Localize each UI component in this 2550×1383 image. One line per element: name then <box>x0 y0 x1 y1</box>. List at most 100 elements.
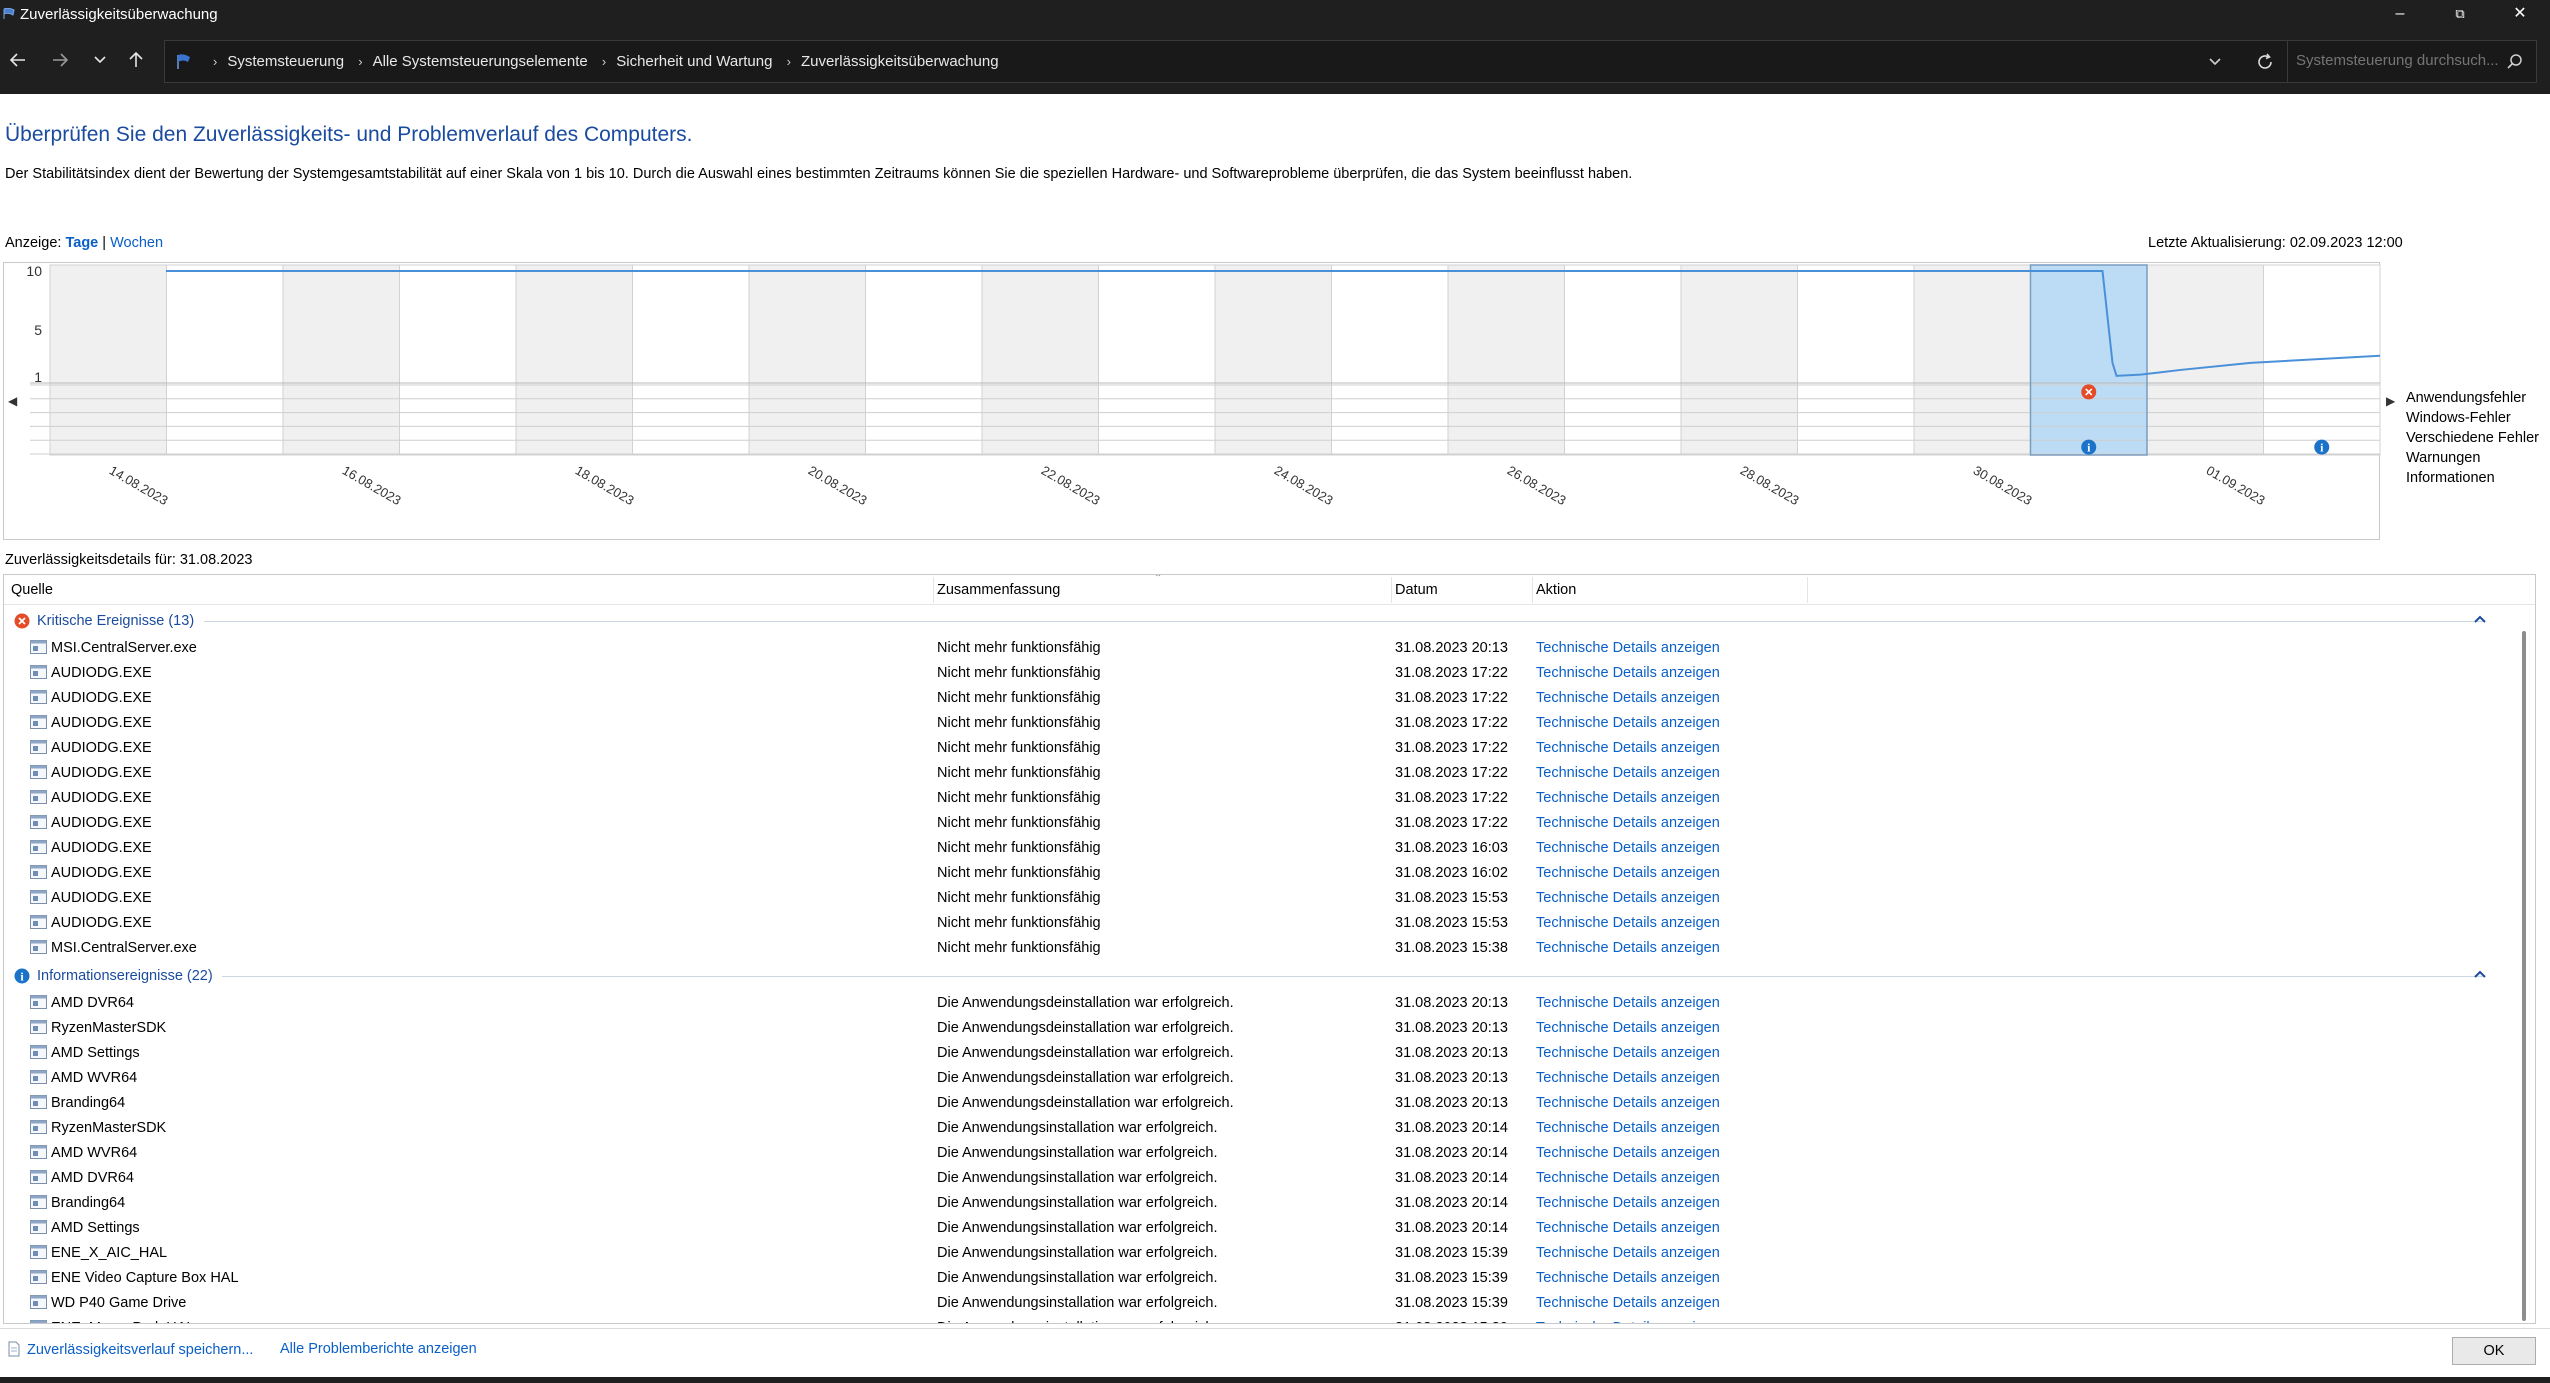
row-action-link[interactable]: Technische Details anzeigen <box>1536 765 1720 781</box>
table-row[interactable]: AMD DVR64 Die Anwendungsdeinstallation wa… <box>4 990 2514 1015</box>
table-row[interactable]: AMD Settings Die Anwendungsinstallation w… <box>4 1215 2514 1240</box>
collapse-chevron-icon[interactable] <box>2473 611 2487 627</box>
row-action-link[interactable]: Technische Details anzeigen <box>1536 1020 1720 1036</box>
table-row[interactable]: Branding64 Die Anwendungsinstallation war… <box>4 1190 2514 1215</box>
row-action-link[interactable]: Technische Details anzeigen <box>1536 1195 1720 1211</box>
table-row[interactable]: AMD Settings Die Anwendungsdeinstallation… <box>4 1040 2514 1065</box>
table-row[interactable]: RyzenMasterSDK Die Anwendungsinstallation… <box>4 1115 2514 1140</box>
table-row[interactable]: AUDIODG.EXE Nicht mehr funktionsfähig 31.0… <box>4 835 2514 860</box>
row-action-link[interactable]: Technische Details anzeigen <box>1536 740 1720 756</box>
row-action-link[interactable]: Technische Details anzeigen <box>1536 690 1720 706</box>
table-row[interactable]: AUDIODG.EXE Nicht mehr funktionsfähig 31.0… <box>4 685 2514 710</box>
table-row[interactable]: AUDIODG.EXE Nicht mehr funktionsfähig 31.0… <box>4 810 2514 835</box>
table-row[interactable]: AMD WVR64 Die Anwendungsinstallation war … <box>4 1140 2514 1165</box>
column-date[interactable]: Datum <box>1395 582 1438 605</box>
vertical-scrollbar[interactable] <box>2514 606 2535 1323</box>
table-row[interactable]: MSI.CentralServer.exe Nicht mehr funktion… <box>4 635 2514 660</box>
row-action-link[interactable]: Technische Details anzeigen <box>1536 815 1720 831</box>
table-row[interactable]: AUDIODG.EXE Nicht mehr funktionsfähig 31.0… <box>4 760 2514 785</box>
application-icon <box>30 1245 47 1259</box>
forward-button[interactable] <box>44 44 76 76</box>
row-action-link[interactable]: Technische Details anzeigen <box>1536 1120 1720 1136</box>
table-row[interactable]: ENE Video Capture Box HAL Die Anwendungsi… <box>4 1265 2514 1290</box>
row-action-link[interactable]: Technische Details anzeigen <box>1536 640 1720 656</box>
row-action-link[interactable]: Technische Details anzeigen <box>1536 1095 1720 1111</box>
all-problem-reports-link[interactable]: Alle Problemberichte anzeigen <box>280 1341 477 1357</box>
row-action-link[interactable]: Technische Details anzeigen <box>1536 1145 1720 1161</box>
footer-divider <box>0 1328 2550 1329</box>
breadcrumb-alle-elemente[interactable]: Alle Systemsteuerungselemente <box>373 53 588 70</box>
row-action-link[interactable]: Technische Details anzeigen <box>1536 1170 1720 1186</box>
row-action-link[interactable]: Technische Details anzeigen <box>1536 1245 1720 1261</box>
table-row[interactable]: MSI.CentralServer.exe Nicht mehr funktion… <box>4 935 2514 960</box>
row-action-link[interactable]: Technische Details anzeigen <box>1536 665 1720 681</box>
table-row[interactable]: ENE_MousePad_HAL Die Anwendungsinstallati… <box>4 1315 2514 1323</box>
up-button[interactable] <box>120 44 152 76</box>
table-row[interactable]: RyzenMasterSDK Die Anwendungsdeinstallati… <box>4 1015 2514 1040</box>
column-divider[interactable] <box>1391 577 1392 603</box>
row-action-link[interactable]: Technische Details anzeigen <box>1536 1320 1720 1323</box>
search-input[interactable] <box>2296 52 2506 69</box>
row-action-link[interactable]: Technische Details anzeigen <box>1536 865 1720 881</box>
row-action-link[interactable]: Technische Details anzeigen <box>1536 840 1720 856</box>
chart-scroll-left-button[interactable]: ◀ <box>8 394 17 408</box>
view-days-link[interactable]: Tage <box>65 235 98 251</box>
row-action-link[interactable]: Technische Details anzeigen <box>1536 940 1720 956</box>
row-action-link[interactable]: Technische Details anzeigen <box>1536 915 1720 931</box>
event-group-header[interactable]: Kritische Ereignisse (13) <box>4 609 2514 634</box>
column-divider[interactable] <box>1807 577 1808 603</box>
row-action-link[interactable]: Technische Details anzeigen <box>1536 1270 1720 1286</box>
application-icon <box>30 1220 47 1234</box>
breadcrumb-separator: › <box>358 54 363 69</box>
table-row[interactable]: AUDIODG.EXE Nicht mehr funktionsfähig 31.0… <box>4 910 2514 935</box>
address-field[interactable]: › Systemsteuerung › Alle Systemsteuerungse… <box>164 40 2295 83</box>
ok-button[interactable]: OK <box>2452 1337 2536 1365</box>
table-row[interactable]: Branding64 Die Anwendungsdeinstallation w… <box>4 1090 2514 1115</box>
chart-scroll-right-button[interactable]: ▶ <box>2386 394 2395 408</box>
column-summary[interactable]: Zusammenfassung <box>937 582 1060 605</box>
row-action-link[interactable]: Technische Details anzeigen <box>1536 995 1720 1011</box>
row-action-link[interactable]: Technische Details anzeigen <box>1536 715 1720 731</box>
view-weeks-link[interactable]: Wochen <box>110 235 163 251</box>
event-group-label[interactable]: Kritische Ereignisse (13) <box>37 613 194 629</box>
row-action-link[interactable]: Technische Details anzeigen <box>1536 790 1720 806</box>
column-action[interactable]: Aktion <box>1536 582 1576 605</box>
table-row[interactable]: AUDIODG.EXE Nicht mehr funktionsfähig 31.0… <box>4 735 2514 760</box>
table-row[interactable]: AUDIODG.EXE Nicht mehr funktionsfähig 31.0… <box>4 885 2514 910</box>
column-divider[interactable] <box>1532 577 1533 603</box>
column-source[interactable]: Quelle <box>11 582 53 605</box>
table-row[interactable]: WD P40 Game Drive Die Anwendungsinstallat… <box>4 1290 2514 1315</box>
recent-locations-button[interactable] <box>84 44 116 76</box>
back-button[interactable] <box>2 44 34 76</box>
scrollbar-thumb[interactable] <box>2522 631 2526 1321</box>
table-row[interactable]: AMD DVR64 Die Anwendungsinstallation war … <box>4 1165 2514 1190</box>
row-action-link[interactable]: Technische Details anzeigen <box>1536 1295 1720 1311</box>
save-history-link[interactable]: Zuverlässigkeitsverlauf speichern... <box>7 1341 253 1358</box>
event-group-header[interactable]: i Informationsereignisse (22) <box>4 964 2514 989</box>
table-row[interactable]: AUDIODG.EXE Nicht mehr funktionsfähig 31.0… <box>4 860 2514 885</box>
collapse-chevron-icon[interactable] <box>2473 966 2487 982</box>
reliability-chart[interactable]: 10 5 1 i i 14.08.2023 16.08.2023 18.08.2023 20.0… <box>3 262 2381 540</box>
minimize-button[interactable]: – <box>2370 0 2430 30</box>
row-action-link[interactable]: Technische Details anzeigen <box>1536 1220 1720 1236</box>
maximize-button[interactable]: ⧉ <box>2430 0 2490 30</box>
table-row[interactable]: AUDIODG.EXE Nicht mehr funktionsfähig 31.0… <box>4 785 2514 810</box>
close-button[interactable]: ✕ <box>2490 0 2550 30</box>
x-tick-label: 26.08.2023 <box>1505 463 1569 509</box>
breadcrumb-sicherheit-wartung[interactable]: Sicherheit und Wartung <box>616 53 772 70</box>
table-row[interactable]: AUDIODG.EXE Nicht mehr funktionsfähig 31.0… <box>4 710 2514 735</box>
breadcrumb-zuverlaessigkeit[interactable]: Zuverlässigkeitsüberwachung <box>801 53 999 70</box>
row-action-link[interactable]: Technische Details anzeigen <box>1536 890 1720 906</box>
table-row[interactable]: AUDIODG.EXE Nicht mehr funktionsfähig 31.0… <box>4 660 2514 685</box>
refresh-icon[interactable] <box>2256 53 2274 71</box>
row-action-link[interactable]: Technische Details anzeigen <box>1536 1045 1720 1061</box>
table-row[interactable]: AMD WVR64 Die Anwendungsdeinstallation wa… <box>4 1065 2514 1090</box>
event-group-label[interactable]: Informationsereignisse (22) <box>37 968 213 984</box>
save-history-label[interactable]: Zuverlässigkeitsverlauf speichern... <box>27 1342 253 1358</box>
row-action-link[interactable]: Technische Details anzeigen <box>1536 1070 1720 1086</box>
table-row[interactable]: ENE_X_AIC_HAL Die Anwendungsinstallation … <box>4 1240 2514 1265</box>
column-divider[interactable] <box>933 577 934 603</box>
address-dropdown-icon[interactable] <box>2208 55 2222 69</box>
search-box[interactable] <box>2287 40 2537 83</box>
breadcrumb-systemsteuerung[interactable]: Systemsteuerung <box>227 53 344 70</box>
